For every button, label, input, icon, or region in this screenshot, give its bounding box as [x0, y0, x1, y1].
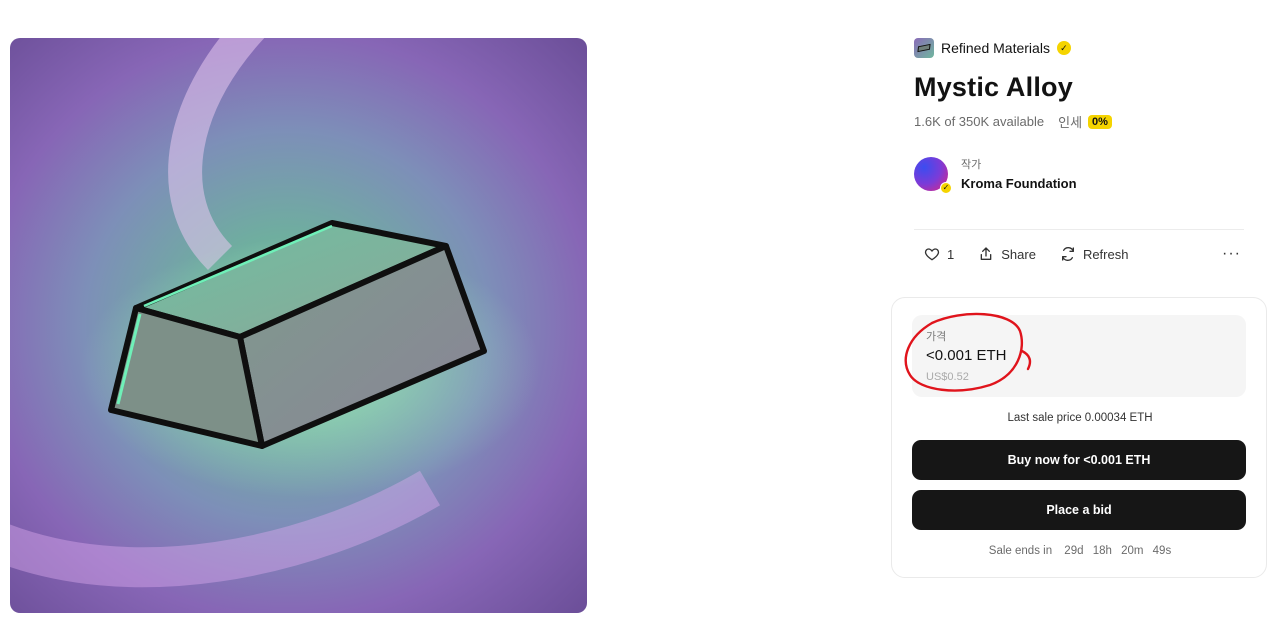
creator-role-label: 작가 [961, 159, 982, 171]
sale-ends-label: Sale ends in [988, 545, 1053, 557]
price-box: 가격 <0.001 ETH US$0.52 [904, 312, 1246, 397]
like-button[interactable]: 1 [924, 246, 954, 262]
countdown-seconds: 49s [1152, 545, 1172, 557]
refresh-label: Refresh [1082, 246, 1129, 262]
countdown-minutes: 20m [1121, 545, 1144, 557]
creator-avatar: ✓ [914, 156, 952, 194]
collection-name: Refined Materials [941, 40, 1050, 56]
edition-label: 인세 [1058, 115, 1083, 130]
share-label: Share [1001, 246, 1036, 262]
creator-block[interactable]: ✓ 작가 Kroma Foundation [914, 156, 1077, 194]
creator-name: Kroma Foundation [961, 176, 1077, 191]
place-bid-button[interactable]: Place a bid [912, 490, 1246, 530]
buy-now-button[interactable]: Buy now for <0.001 ETH [912, 440, 1246, 480]
share-button[interactable]: Share [978, 246, 1036, 262]
more-options-icon[interactable]: ··· [1222, 246, 1241, 262]
item-meta: 1.6K of 350K available 인세 0% [914, 112, 1112, 131]
countdown-hours: 18h [1092, 545, 1112, 557]
section-divider [914, 229, 1244, 230]
item-title: Mystic Alloy [914, 72, 1073, 102]
heart-icon [924, 248, 940, 261]
last-sale-text: Last sale price 0.00034 ETH [1007, 412, 1153, 424]
metal-ingot-artwork [10, 38, 540, 588]
refresh-icon [1061, 247, 1074, 261]
collection-thumbnail [914, 38, 934, 58]
countdown-days: 29d [1064, 545, 1084, 557]
sale-countdown: Sale ends in 29d 18h 20m 49s [892, 545, 1268, 557]
verified-check-icon: ✓ [1056, 41, 1071, 55]
like-count: 1 [947, 246, 955, 262]
purchase-card: 가격 <0.001 ETH US$0.52 Last sale price 0.… [891, 297, 1267, 578]
fee-badge: 0% [1088, 114, 1112, 129]
refresh-button[interactable]: Refresh [1060, 246, 1129, 262]
share-icon [980, 247, 992, 260]
collection-link[interactable]: Refined Materials ✓ [914, 38, 1071, 58]
action-bar: 1 Share Refresh [924, 246, 1152, 262]
availability-text: 1.6K of 350K available [914, 114, 1045, 129]
creator-verified-icon: ✓ [940, 181, 952, 194]
artwork-image[interactable] [10, 38, 587, 613]
annotation-circle [904, 312, 1032, 392]
